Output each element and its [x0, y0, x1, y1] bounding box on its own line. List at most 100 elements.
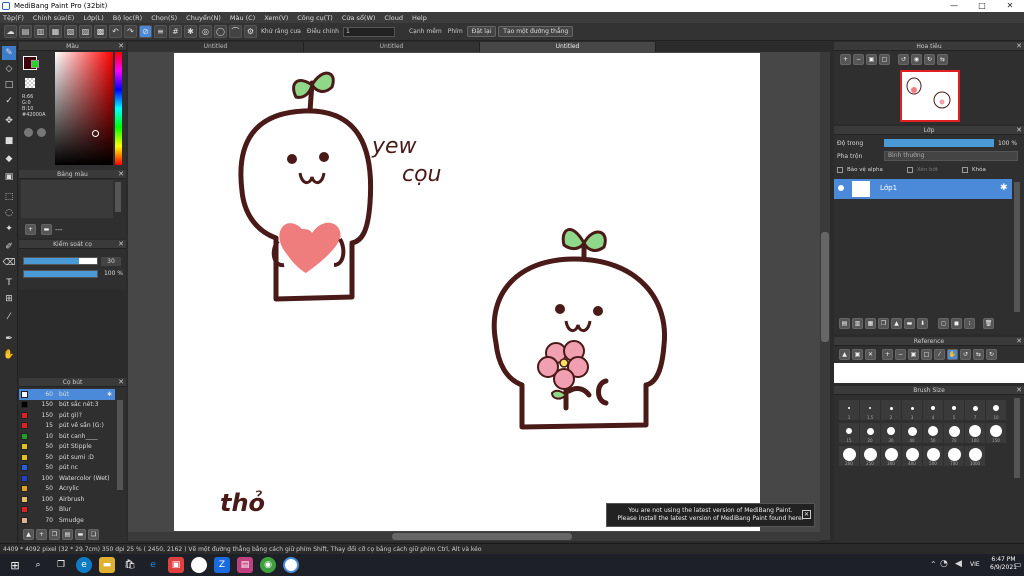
zoom-out-icon[interactable]: −: [853, 54, 864, 65]
brush-size-preset[interactable]: 2: [881, 400, 901, 420]
brush-up-icon[interactable]: ▲: [23, 529, 34, 540]
brush-size-preset[interactable]: 7: [965, 400, 985, 420]
menu-layer[interactable]: Lớp(L): [83, 14, 103, 22]
snap-radial-icon[interactable]: ◎: [199, 25, 212, 38]
delete-layer-icon[interactable]: 🗑: [983, 318, 994, 329]
layer-row[interactable]: Lớp1 ✱: [834, 179, 1012, 199]
clip-checkbox[interactable]: [906, 167, 913, 173]
brush-add-icon[interactable]: +: [36, 529, 47, 540]
brush-list-item[interactable]: 100 Watercolor (Wet): [19, 473, 115, 484]
layer-up-icon[interactable]: ▲: [891, 318, 902, 329]
menu-tools[interactable]: Công cụ(T): [297, 14, 333, 22]
brush-size-preset[interactable]: 40: [902, 423, 922, 443]
brush-list-item[interactable]: 100 Airbrush: [19, 494, 115, 505]
menu-file[interactable]: Tệp(F): [3, 14, 24, 22]
ref-upload-icon[interactable]: ▲: [839, 349, 850, 360]
brush-list-item[interactable]: 50 pút Stipple: [19, 442, 115, 453]
transparent-color-swatch[interactable]: [25, 78, 35, 88]
layer-scrollbar[interactable]: [1014, 182, 1020, 312]
fit-icon[interactable]: ▣: [866, 54, 877, 65]
divide-tool-icon[interactable]: ⊞: [2, 292, 16, 306]
fill-rect-tool-icon[interactable]: ■: [2, 134, 16, 148]
brush-list-item[interactable]: 70 Smudge: [19, 515, 115, 526]
close-button[interactable]: ✕: [996, 0, 1024, 12]
create-line-button[interactable]: Tạo một đường thẳng: [498, 26, 574, 37]
rotate-left-icon[interactable]: ↺: [898, 54, 909, 65]
menu-select[interactable]: Chọn(S): [151, 14, 177, 22]
input-language[interactable]: VIE: [970, 561, 980, 568]
secondary-color-swatch[interactable]: [31, 60, 39, 68]
brush-list-item[interactable]: 50 Blur: [19, 505, 115, 516]
menu-help[interactable]: Help: [412, 14, 427, 22]
grid-icon[interactable]: ▧: [64, 25, 77, 38]
reference-image-area[interactable]: [834, 363, 1024, 383]
minimize-button[interactable]: —: [940, 0, 968, 12]
ref-rotate-right-icon[interactable]: ↻: [986, 349, 997, 360]
cloud-icon[interactable]: ☁: [4, 25, 17, 38]
brush-size-preset[interactable]: 1: [839, 400, 859, 420]
undo-icon[interactable]: ↶: [109, 25, 122, 38]
brush-size-preset[interactable]: 500: [923, 446, 943, 466]
layer-settings-icon[interactable]: ✱: [1000, 183, 1008, 193]
shape-tool-icon[interactable]: □: [2, 78, 16, 92]
search-icon[interactable]: ⌕: [30, 557, 46, 573]
brush-duplicate-icon[interactable]: ❏: [88, 529, 99, 540]
flip-icon[interactable]: ⇆: [937, 54, 948, 65]
ref-flip-icon[interactable]: ⇆: [973, 349, 984, 360]
text-tool-icon[interactable]: T: [2, 276, 16, 290]
panel-close-icon[interactable]: ✕: [1016, 126, 1022, 135]
maximize-button[interactable]: □: [968, 0, 996, 12]
layer-blend-select[interactable]: Bình thường: [884, 151, 1018, 161]
menu-edit[interactable]: Chỉnh sửa(E): [33, 14, 74, 22]
brush-tool-icon[interactable]: ✎: [2, 46, 16, 60]
menu-window[interactable]: Cửa sổ(W): [342, 14, 376, 22]
medibang-taskbar-icon[interactable]: [283, 557, 299, 573]
snap-circle-icon[interactable]: ◯: [214, 25, 227, 38]
select-tool-icon[interactable]: ⬚: [2, 190, 16, 204]
ref-fit-icon[interactable]: ▣: [908, 349, 919, 360]
ie-icon[interactable]: e: [145, 557, 161, 573]
edge-icon[interactable]: e: [76, 557, 92, 573]
antialias-label[interactable]: Khử răng cưa: [261, 28, 301, 35]
brush-size-preset[interactable]: 30: [881, 423, 901, 443]
snap-vanish-icon[interactable]: ✱: [184, 25, 197, 38]
panel-close-icon[interactable]: ✕: [118, 42, 124, 51]
layer-settings-button-icon[interactable]: ⁝: [964, 318, 975, 329]
panel-close-icon[interactable]: ✕: [1016, 337, 1022, 346]
move-tool-icon[interactable]: ✥: [2, 114, 16, 128]
snap-settings-icon[interactable]: ⚙: [244, 25, 257, 38]
brush-list-item[interactable]: 50 pút nc: [19, 463, 115, 474]
protect-alpha-checkbox[interactable]: [837, 167, 843, 173]
brush-size-preset[interactable]: 3: [902, 400, 922, 420]
layer-visibility-icon[interactable]: [838, 185, 844, 191]
panel-close-icon[interactable]: ✕: [1016, 386, 1022, 395]
brush-size-slider[interactable]: [23, 257, 98, 265]
drawing-canvas[interactable]: yew cọu thỏ: [174, 53, 760, 531]
new-layer-icon[interactable]: ▤: [839, 318, 850, 329]
rotate-right-icon[interactable]: ↻: [924, 54, 935, 65]
brush-size-preset[interactable]: 70: [944, 423, 964, 443]
ref-rotate-left-icon[interactable]: ↺: [960, 349, 971, 360]
magic-wand-icon[interactable]: ✦: [2, 222, 16, 236]
eyedropper-tool-icon[interactable]: ⁄: [2, 310, 16, 324]
hue-slider[interactable]: [115, 52, 122, 165]
navigator-preview[interactable]: [900, 70, 960, 122]
canvas-horizontal-scrollbar[interactable]: [128, 532, 820, 541]
rotate-reset-icon[interactable]: ◉: [911, 54, 922, 65]
layer-folder-icon[interactable]: ▬: [904, 318, 915, 329]
brush-size-preset[interactable]: 10: [986, 400, 1006, 420]
eraser-tool-icon[interactable]: ◇: [2, 62, 16, 76]
brush-list-scrollbar[interactable]: [117, 400, 123, 490]
layer-mask-icon[interactable]: ◼: [951, 318, 962, 329]
ref-hand-icon[interactable]: ✋: [947, 349, 958, 360]
color-wheel-icon[interactable]: [24, 128, 33, 137]
trash-icon[interactable]: ▩: [94, 25, 107, 38]
import-icon[interactable]: ▨: [79, 25, 92, 38]
windows-start-icon[interactable]: ⊞: [7, 557, 23, 573]
layer-opacity-slider[interactable]: [884, 139, 994, 147]
brush-import-icon[interactable]: ▤: [62, 529, 73, 540]
snap-off-icon[interactable]: ⊘: [139, 25, 152, 38]
layer-merge-icon[interactable]: ⬇: [917, 318, 928, 329]
snap-parallel-icon[interactable]: ≡: [154, 25, 167, 38]
brush-list-item[interactable]: 15 pút vẽ sần (G:): [19, 421, 115, 432]
